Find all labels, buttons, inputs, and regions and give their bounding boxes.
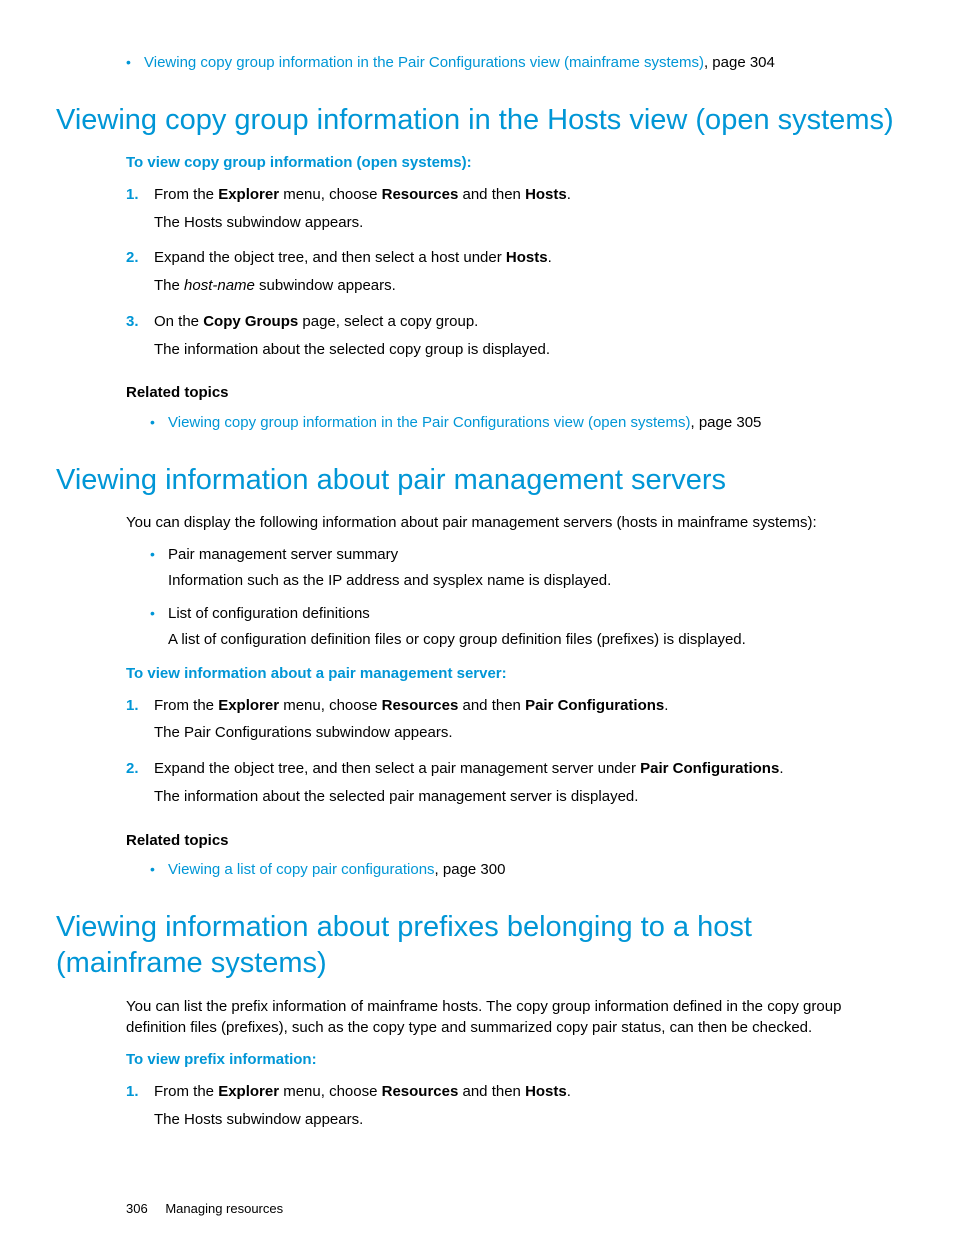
step-row: 2. Expand the object tree, and then sele… [126, 758, 898, 780]
list-item: • List of configuration definitions [150, 603, 898, 625]
procedure-title: To view copy group information (open sys… [126, 152, 898, 174]
step-text: From the Explorer menu, choose Resources… [154, 1081, 898, 1103]
page-footer: 306 Managing resources [126, 1200, 898, 1219]
step-text: Expand the object tree, and then select … [154, 758, 898, 780]
cross-ref-body: Viewing copy group information in the Pa… [144, 52, 898, 74]
step-text: From the Explorer menu, choose Resources… [154, 695, 898, 717]
step-result: The Hosts subwindow appears. [154, 212, 898, 234]
page-number: 306 [126, 1201, 148, 1216]
heading-pair-mgmt-servers: Viewing information about pair managemen… [56, 462, 898, 498]
top-cross-ref: • Viewing copy group information in the … [126, 52, 898, 74]
step-text: From the Explorer menu, choose Resources… [154, 184, 898, 206]
footer-title: Managing resources [165, 1201, 283, 1216]
procedure-title: To view prefix information: [126, 1049, 898, 1071]
step-row: 1. From the Explorer menu, choose Resour… [126, 184, 898, 206]
related-topic-link[interactable]: Viewing a list of copy pair configuratio… [168, 861, 435, 878]
list-item: • Pair management server summary [150, 544, 898, 566]
bullet-icon: • [150, 603, 168, 625]
step-row: 1. From the Explorer menu, choose Resour… [126, 1081, 898, 1103]
step-number: 1. [126, 695, 154, 717]
related-topic-suffix: , page 300 [435, 861, 506, 878]
heading-prefixes: Viewing information about prefixes belon… [56, 909, 898, 982]
cross-ref-suffix: , page 304 [704, 54, 775, 71]
related-topic-suffix: , page 305 [690, 414, 761, 431]
list-item-desc: A list of configuration definition files… [168, 629, 898, 651]
step-number: 1. [126, 184, 154, 206]
step-number: 2. [126, 758, 154, 780]
step-number: 3. [126, 311, 154, 333]
step-row: 1. From the Explorer menu, choose Resour… [126, 695, 898, 717]
related-topics-heading: Related topics [126, 382, 898, 404]
list-item-text: List of configuration definitions [168, 603, 898, 625]
step-result: The Hosts subwindow appears. [154, 1109, 898, 1131]
bullet-icon: • [150, 544, 168, 566]
step-result: The host-name subwindow appears. [154, 275, 898, 297]
bullet-icon: • [126, 52, 144, 74]
list-item-text: Pair management server summary [168, 544, 898, 566]
step-row: 2. Expand the object tree, and then sele… [126, 247, 898, 269]
heading-hosts-view: Viewing copy group information in the Ho… [56, 102, 898, 138]
cross-ref-link[interactable]: Viewing copy group information in the Pa… [144, 54, 704, 71]
step-number: 1. [126, 1081, 154, 1103]
step-row: 3. On the Copy Groups page, select a cop… [126, 311, 898, 333]
related-topic-item: • Viewing copy group information in the … [150, 412, 898, 434]
related-topic-link[interactable]: Viewing copy group information in the Pa… [168, 414, 690, 431]
bullet-icon: • [150, 412, 168, 434]
step-result: The information about the selected pair … [154, 786, 898, 808]
bullet-icon: • [150, 859, 168, 881]
list-item-desc: Information such as the IP address and s… [168, 570, 898, 592]
related-topics-heading: Related topics [126, 830, 898, 852]
related-topic-item: • Viewing a list of copy pair configurat… [150, 859, 898, 881]
step-text: On the Copy Groups page, select a copy g… [154, 311, 898, 333]
step-text: Expand the object tree, and then select … [154, 247, 898, 269]
step-number: 2. [126, 247, 154, 269]
procedure-title: To view information about a pair managem… [126, 663, 898, 685]
intro-paragraph: You can list the prefix information of m… [126, 996, 898, 1040]
step-result: The information about the selected copy … [154, 339, 898, 361]
step-result: The Pair Configurations subwindow appear… [154, 722, 898, 744]
intro-paragraph: You can display the following informatio… [126, 512, 898, 534]
